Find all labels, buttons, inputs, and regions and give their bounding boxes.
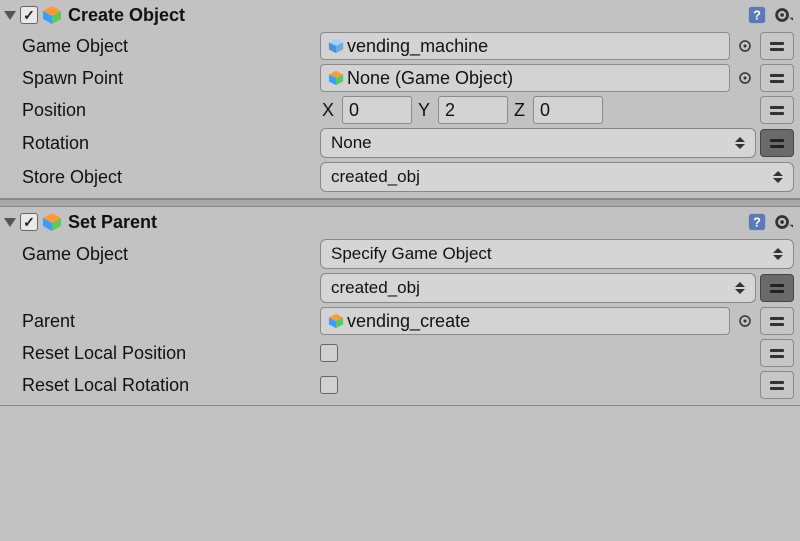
reset-local-position-checkbox[interactable] (320, 344, 338, 362)
position-z-input[interactable]: 0 (533, 96, 603, 124)
field-label: Spawn Point (6, 68, 320, 89)
dropdown-arrow-icon (773, 171, 783, 183)
create-object-action: ✓ Create Object ? Game Object vending_ma… (0, 0, 800, 199)
dropdown-value: created_obj (331, 167, 420, 187)
game-object-mode-dropdown[interactable]: Specify Game Object (320, 239, 794, 269)
enable-checkbox[interactable]: ✓ (20, 6, 38, 24)
parent-row: Parent vending_create (0, 305, 800, 337)
foldout-arrow-icon[interactable] (4, 11, 16, 20)
parent-field[interactable]: vending_create (320, 307, 730, 335)
position-y-input[interactable]: 2 (438, 96, 508, 124)
dropdown-value: None (331, 133, 372, 153)
axis-label-z: Z (512, 100, 529, 121)
store-object-dropdown[interactable]: created_obj (320, 162, 794, 192)
position-x-input[interactable]: 0 (342, 96, 412, 124)
foldout-arrow-icon[interactable] (4, 218, 16, 227)
separator (0, 199, 800, 207)
action-title: Set Parent (68, 212, 742, 233)
field-value: 0 (349, 100, 359, 121)
set-parent-action: ✓ Set Parent ? Game Object Specify Game … (0, 207, 800, 406)
dropdown-arrow-icon (773, 248, 783, 260)
field-value: 0 (540, 100, 550, 121)
field-value: 2 (445, 100, 455, 121)
gear-icon[interactable] (772, 4, 794, 26)
options-button[interactable] (760, 371, 794, 399)
spawn-point-row: Spawn Point None (Game Object) (0, 62, 800, 94)
field-label: Reset Local Position (6, 343, 320, 364)
options-button[interactable] (760, 64, 794, 92)
field-label: Rotation (6, 133, 320, 154)
prefab-cube-icon (327, 37, 345, 55)
field-value: vending_machine (347, 36, 488, 57)
store-object-row: Store Object created_obj (0, 160, 800, 198)
action-header[interactable]: ✓ Set Parent ? (0, 207, 800, 237)
options-button[interactable] (760, 307, 794, 335)
options-button[interactable] (760, 339, 794, 367)
action-header[interactable]: ✓ Create Object ? (0, 0, 800, 30)
options-button[interactable] (760, 32, 794, 60)
field-label: Game Object (6, 244, 320, 265)
dropdown-value: Specify Game Object (331, 244, 492, 264)
checkmark-icon: ✓ (23, 7, 35, 24)
gear-icon[interactable] (772, 211, 794, 233)
game-object-variable-row: created_obj (0, 271, 800, 305)
field-value: None (Game Object) (347, 68, 513, 89)
action-cube-icon (42, 5, 62, 25)
position-row: Position X 0 Y 2 Z 0 (0, 94, 800, 126)
game-object-field[interactable]: vending_machine (320, 32, 730, 60)
checkmark-icon: ✓ (23, 214, 35, 231)
object-picker-icon[interactable] (734, 35, 756, 57)
options-button[interactable] (760, 96, 794, 124)
field-value: vending_create (347, 311, 470, 332)
axis-label-x: X (320, 100, 338, 121)
reset-local-rotation-checkbox[interactable] (320, 376, 338, 394)
options-button[interactable] (760, 274, 794, 302)
action-cube-icon (42, 212, 62, 232)
game-object-row: Game Object Specify Game Object (0, 237, 800, 271)
field-label: Position (6, 100, 320, 121)
object-picker-icon[interactable] (734, 67, 756, 89)
rotation-dropdown[interactable]: None (320, 128, 756, 158)
reset-local-rotation-row: Reset Local Rotation (0, 369, 800, 405)
dropdown-arrow-icon (735, 137, 745, 149)
spawn-point-field[interactable]: None (Game Object) (320, 64, 730, 92)
object-picker-icon[interactable] (734, 310, 756, 332)
field-label: Store Object (6, 167, 320, 188)
help-icon[interactable]: ? (746, 211, 768, 233)
svg-text:?: ? (753, 8, 761, 23)
enable-checkbox[interactable]: ✓ (20, 213, 38, 231)
reset-local-position-row: Reset Local Position (0, 337, 800, 369)
gameobject-cube-icon (327, 69, 345, 87)
help-icon[interactable]: ? (746, 4, 768, 26)
field-label: Game Object (6, 36, 320, 57)
rotation-row: Rotation None (0, 126, 800, 160)
gameobject-cube-icon (327, 312, 345, 330)
dropdown-value: created_obj (331, 278, 420, 298)
svg-text:?: ? (753, 215, 761, 230)
field-label: Parent (6, 311, 320, 332)
field-label: Reset Local Rotation (6, 375, 320, 396)
game-object-variable-dropdown[interactable]: created_obj (320, 273, 756, 303)
action-title: Create Object (68, 5, 742, 26)
options-button[interactable] (760, 129, 794, 157)
game-object-row: Game Object vending_machine (0, 30, 800, 62)
axis-label-y: Y (416, 100, 434, 121)
dropdown-arrow-icon (735, 282, 745, 294)
